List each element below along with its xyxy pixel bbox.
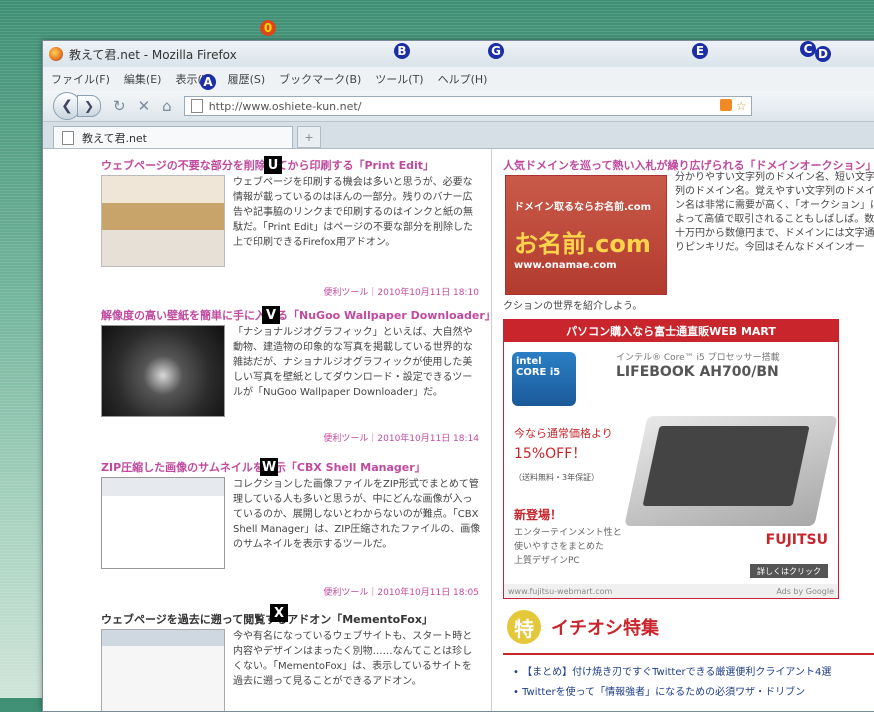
feature-item-text: 【まとめ】付け焼き刃ですぐTwitterできる厳選便利クライアント4選 (522, 667, 832, 678)
sidebar-column: 人気ドメインを巡って熱い入札が繰り広げられる「ドメインオークション」 ドメイン取… (503, 149, 874, 711)
article-nugoo: 解像度の高い壁紙を簡単に手に入れる「NuGoo Wallpaper Downlo… (101, 307, 496, 447)
article-thumbnail[interactable] (101, 629, 225, 711)
browser-window: 教えて君.net - Mozilla Firefox ファイル(F) 編集(E)… (42, 40, 874, 712)
new-tab-button[interactable]: + (297, 126, 321, 148)
menu-tools[interactable]: ツール(T) (375, 71, 423, 87)
marker-0: 0 (260, 20, 276, 36)
tab-label: 教えて君.net (82, 131, 147, 145)
ad-footer-attribution[interactable]: Ads by Google (776, 587, 834, 596)
article-body: 「ナショナルジオグラフィック」といえば、大自然や動物、建造物の印象的な写真を掲載… (233, 327, 473, 398)
article-meta[interactable]: 便利ツール｜2010年10月11日 18:10 (323, 285, 479, 298)
ad-desc-line2: 使いやすさをまとめた (514, 542, 605, 552)
marker-w: W (260, 458, 278, 476)
marker-c: C (800, 41, 816, 57)
article-title[interactable]: ウェブページを過去に遡って閲覧するアドオン「MementoFox」 (101, 611, 489, 627)
feature-item[interactable]: • Twitterを使って「情報強者」になるための必須ワザ・ドリブン (513, 683, 831, 703)
reload-icon[interactable]: ↻ (113, 97, 126, 115)
marker-e: E (692, 43, 708, 59)
rss-icon[interactable] (719, 99, 732, 111)
ad-footer-url[interactable]: www.fujitsu-webmart.com (508, 587, 612, 596)
page-icon (62, 130, 74, 145)
feature-header: 特 イチオシ特集 (507, 605, 874, 649)
fujitsu-ad[interactable]: パソコン購入なら富士通直販WEB MART intel CORE i5 インテル… (503, 319, 839, 599)
navigation-toolbar: ❮ ❯ ↻ ✕ ⌂ http://www.oshiete-kun.net/ ☆ (43, 91, 874, 122)
stop-icon[interactable]: ✕ (138, 97, 151, 115)
onamae-banner[interactable]: ドメイン取るならお名前.com お名前.com www.onamae.com (505, 175, 667, 295)
ad-model: LIFEBOOK AH700/BN (616, 364, 779, 380)
titlebar[interactable]: 教えて君.net - Mozilla Firefox (43, 41, 874, 67)
article-title[interactable]: 解像度の高い壁紙を簡単に手に入れる「NuGoo Wallpaper Downlo… (101, 307, 496, 323)
article-meta[interactable]: 便利ツール｜2010年10月11日 18:14 (323, 431, 479, 444)
article-print-edit: ウェブページの不要な部分を削除してから印刷する「Print Edit」 ウェブペ… (101, 157, 489, 298)
feature-list: • 【まとめ】付け焼き刃ですぐTwitterできる厳選便利クライアント4選 • … (513, 663, 831, 703)
article-cbx-shell: ZIP圧縮した画像のサムネイルを表示「CBX Shell Manager」 コレ… (101, 459, 489, 599)
url-text: http://www.oshiete-kun.net/ (208, 99, 362, 113)
ad-click-button[interactable]: 詳しくはクリック (750, 564, 828, 578)
menu-edit[interactable]: 編集(E) (124, 71, 162, 87)
page-content: ウェブページの不要な部分を削除してから印刷する「Print Edit」 ウェブペ… (43, 149, 874, 711)
article-body: コレクションした画像ファイルをZIP形式でまとめて管理している人も多いと思うが、… (233, 479, 481, 550)
feature-divider (503, 653, 874, 655)
url-icons: ☆ (719, 99, 751, 113)
intel-core-badge: intel CORE i5 (512, 352, 576, 406)
marker-a: A (200, 74, 216, 90)
menu-help[interactable]: ヘルプ(H) (438, 71, 488, 87)
menu-bar: ファイル(F) 編集(E) 表示(V) 履歴(S) ブックマーク(B) ツール(… (43, 67, 874, 91)
article-meta[interactable]: 便利ツール｜2010年10月11日 18:05 (323, 585, 479, 598)
article-column: ウェブページの不要な部分を削除してから印刷する「Print Edit」 ウェブペ… (101, 149, 496, 711)
article-thumbnail[interactable] (101, 325, 225, 417)
domain-auction-tail: クションの世界を紹介しよう。 (503, 301, 643, 312)
tab-bar: 教えて君.net + (43, 122, 874, 149)
domain-auction-body: 分かりやすい文字列のドメイン名、短い文字列のドメイン名。覚えやすい文字列のドメイ… (675, 172, 874, 253)
firefox-icon (49, 47, 63, 61)
bookmark-star-icon[interactable]: ☆ (736, 99, 747, 113)
marker-u: U (264, 156, 282, 174)
article-mementofox: ウェブページを過去に遡って閲覧するアドオン「MementoFox」 今や有名にな… (101, 611, 489, 711)
address-bar[interactable]: http://www.oshiete-kun.net/ ☆ (183, 96, 752, 116)
ad-offer-line1: 今なら通常価格より (514, 427, 613, 440)
laptop-image (624, 416, 838, 526)
forward-button[interactable]: ❯ (77, 95, 101, 117)
article-title[interactable]: ZIP圧縮した画像のサムネイルを表示「CBX Shell Manager」 (101, 459, 489, 475)
feature-title: イチオシ特集 (551, 618, 659, 639)
ad-desc-line1: エンターテインメント性と (514, 528, 622, 538)
menu-history[interactable]: 履歴(S) (228, 71, 266, 87)
ad-offer-line2: 15%OFF！ (514, 446, 587, 462)
menu-bookmarks[interactable]: ブックマーク(B) (279, 71, 361, 87)
ad-processor: インテル® Core™ i5 プロセッサー搭載 (616, 353, 780, 363)
article-body: 今や有名になっているウェブサイトも、スタート時と内容やデザインはまったく別物……… (233, 631, 473, 687)
ad-offer: 今なら通常価格より 15%OFF！ (514, 424, 613, 464)
forward-arrow-icon: ❯ (83, 99, 95, 113)
ad-description: エンターテインメント性と 使いやすさをまとめた 上質デザインPC (514, 526, 622, 568)
page-icon (190, 99, 203, 113)
window-title: 教えて君.net - Mozilla Firefox (69, 47, 237, 62)
onamae-url: www.onamae.com (514, 260, 617, 271)
fujitsu-logo: FUJITSU (765, 532, 828, 548)
onamae-tagline: ドメイン取るならお名前.com (514, 202, 652, 213)
back-arrow-icon: ❮ (61, 98, 73, 114)
article-thumbnail[interactable] (101, 477, 225, 569)
marker-d: D (815, 46, 831, 62)
ad-note: （送料無料・3年保証） (514, 473, 600, 482)
marker-x: X (270, 604, 288, 622)
feature-item[interactable]: • 【まとめ】付け焼き刃ですぐTwitterできる厳選便利クライアント4選 (513, 663, 831, 683)
ad-desc-line3: 上質デザインPC (514, 556, 580, 566)
tab-active[interactable]: 教えて君.net (53, 126, 293, 148)
onamae-logo: お名前.com (514, 230, 651, 258)
home-icon[interactable]: ⌂ (162, 97, 172, 115)
article-title[interactable]: ウェブページの不要な部分を削除してから印刷する「Print Edit」 (101, 157, 489, 173)
menu-file[interactable]: ファイル(F) (51, 71, 110, 87)
marker-g: G (488, 43, 504, 59)
marker-b: B (394, 43, 410, 59)
ad-footer: www.fujitsu-webmart.com Ads by Google (504, 584, 838, 598)
column-divider (491, 149, 492, 711)
ad-new-label: 新登場！ (514, 508, 563, 522)
article-body: ウェブページを印刷する機会は多いと思うが、必要な情報が載っているのはほんの一部分… (233, 177, 474, 248)
marker-v: V (262, 306, 280, 324)
feature-badge: 特 (507, 610, 541, 644)
feature-item-text: Twitterを使って「情報強者」になるための必須ワザ・ドリブン (522, 687, 806, 698)
ad-header: パソコン購入なら富士通直販WEB MART (504, 320, 838, 342)
article-thumbnail[interactable] (101, 175, 225, 267)
